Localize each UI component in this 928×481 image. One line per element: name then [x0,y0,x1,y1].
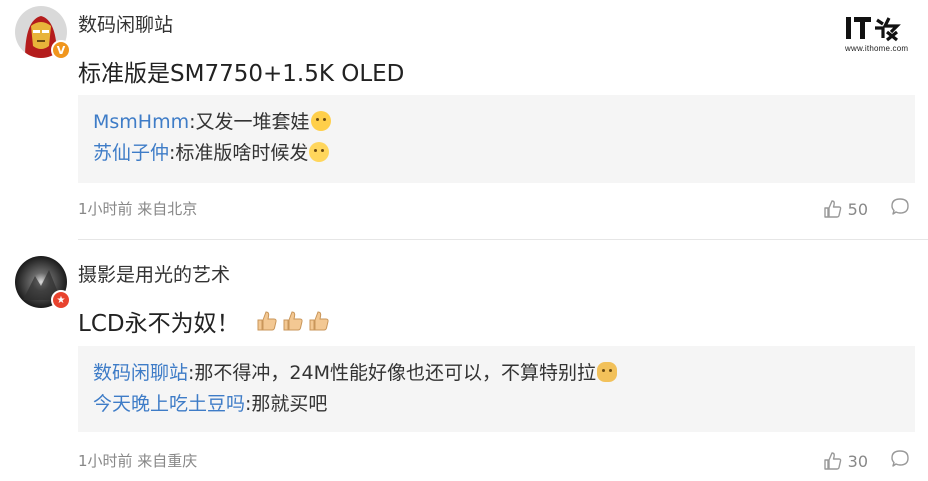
comment-content-wrap: LCD永不为奴！ [78,304,330,338]
reply-list[interactable]: MsmHmm:又发一堆套娃 苏仙子仲:标准版啥时候发 [78,95,915,183]
like-count: 50 [847,199,868,219]
comment-item: V 数码闲聊站 标准版是SM7750+1.5K OLED MsmHmm:又发一堆… [0,0,928,240]
reply-username[interactable]: MsmHmm [93,111,189,133]
reply-item[interactable]: 今天晚上吃土豆吗:那就买吧 [93,389,900,420]
comment-meta: 1小时前 来自北京 [78,200,198,218]
avatar[interactable]: ★ [15,256,71,310]
thumbs-up-outline-icon [823,452,841,470]
reply-button[interactable] [890,449,910,473]
comment-item: ★ 摄影是用光的艺术 LCD永不为奴！ 数码闲聊站:那不得冲，24M性能好像也还… [0,240,928,481]
like-count: 30 [847,451,868,471]
comment-bubble-icon [891,198,909,215]
comment-actions: 30 [823,449,910,473]
reply-text: 又发一堆套娃 [195,111,310,133]
doge-emoji-icon [597,362,617,382]
comment-meta: 1小时前 来自重庆 [78,452,198,470]
thinking-emoji-icon [309,142,330,162]
reply-item[interactable]: MsmHmm:又发一堆套娃 [93,107,900,138]
reply-username[interactable]: 苏仙子仲 [93,142,169,164]
reply-list[interactable]: 数码闲聊站:那不得冲，24M性能好像也还可以，不算特别拉 今天晚上吃土豆吗:那就… [78,346,915,432]
thumbs-up-emoji-icon [309,311,329,331]
avatar[interactable]: V [15,6,71,60]
reply-text: 标准版啥时候发 [175,142,309,164]
reply-item[interactable]: 苏仙子仲:标准版啥时候发 [93,138,900,169]
emoji-group [252,310,330,332]
comment-content: LCD永不为奴！ [78,311,240,337]
comment-content: 标准版是SM7750+1.5K OLED [78,61,405,87]
thumbs-up-outline-icon [823,200,841,218]
like-button[interactable]: 50 [823,199,868,219]
reply-text: 那就买吧 [251,393,328,415]
comment-bubble-icon [891,450,909,467]
verified-badge-icon: V [51,40,71,60]
comment-actions: 50 [823,197,910,221]
reply-item[interactable]: 数码闲聊站:那不得冲，24M性能好像也还可以，不算特别拉 [93,358,900,389]
reply-username[interactable]: 今天晚上吃土豆吗 [93,393,245,415]
like-button[interactable]: 30 [823,451,868,471]
reply-username[interactable]: 数码闲聊站 [93,362,188,384]
star-badge-icon: ★ [51,290,71,310]
thumbs-up-emoji-icon [283,311,303,331]
username[interactable]: 摄影是用光的艺术 [78,260,230,287]
reply-text: 那不得冲，24M性能好像也还可以，不算特别拉 [194,362,596,384]
reply-button[interactable] [890,197,910,221]
username[interactable]: 数码闲聊站 [78,10,173,37]
smug-emoji-icon [310,111,331,131]
thumbs-up-emoji-icon [257,311,277,331]
